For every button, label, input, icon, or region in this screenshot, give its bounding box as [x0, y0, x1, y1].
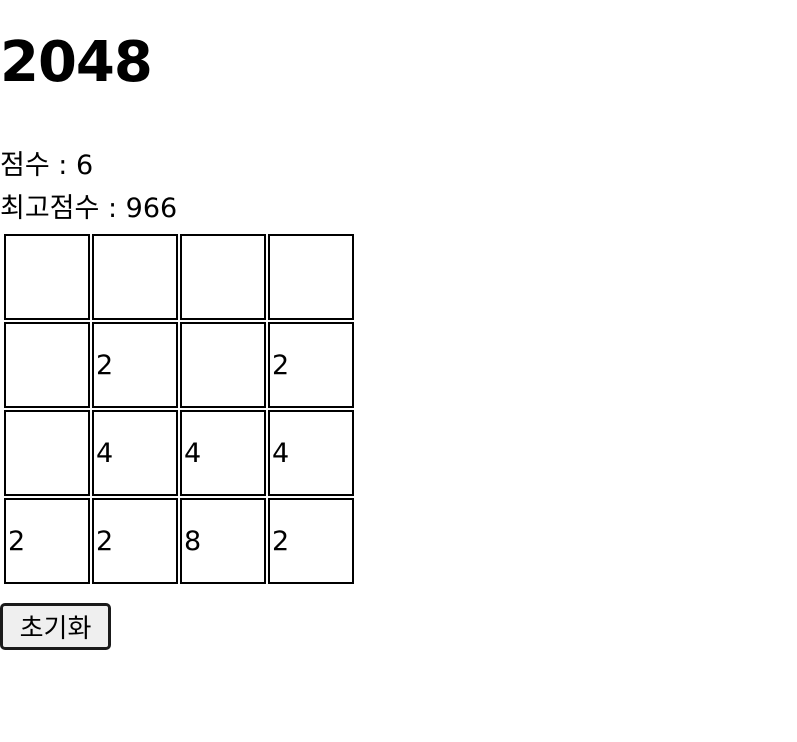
board-cell: 2: [268, 498, 354, 584]
best-score-label: 최고점수: [0, 193, 100, 224]
best-score-value: 966: [125, 193, 178, 224]
board-cell: 4: [180, 410, 266, 496]
best-score-display: 최고점수 : 966: [0, 193, 177, 225]
score-value: 6: [75, 150, 94, 181]
board-row: 4 4 4: [4, 410, 354, 496]
reset-button[interactable]: 초기화: [0, 603, 111, 650]
board-cell: [180, 234, 266, 320]
board-row: 2 2 8 2: [4, 498, 354, 584]
board-row: 2 2: [4, 322, 354, 408]
board-row: [4, 234, 354, 320]
board-cell: [4, 410, 90, 496]
score-display: 점수 : 6: [0, 150, 93, 182]
board-cell: 2: [268, 322, 354, 408]
board-cell: [92, 234, 178, 320]
board-cell: 2: [4, 498, 90, 584]
board-cell: 8: [180, 498, 266, 584]
board-cell: [180, 322, 266, 408]
score-label: 점수: [0, 150, 50, 181]
board-cell: 4: [268, 410, 354, 496]
board-cell: [4, 322, 90, 408]
board-cell: 2: [92, 322, 178, 408]
board-cell: 4: [92, 410, 178, 496]
board-cell: [268, 234, 354, 320]
best-score-separator: :: [99, 193, 126, 224]
score-separator: :: [49, 150, 76, 181]
board-cell: 2: [92, 498, 178, 584]
game-title: 2048: [0, 30, 153, 95]
board-cell: [4, 234, 90, 320]
game-board: 2 2 4 4 4 2 2 8 2: [2, 232, 356, 586]
